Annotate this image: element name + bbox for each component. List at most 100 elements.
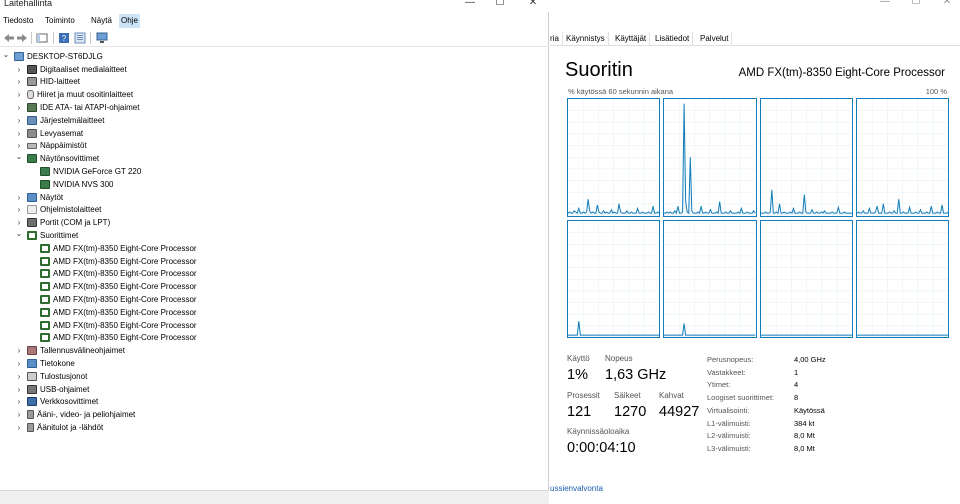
maximize-icon[interactable]: ☐ bbox=[901, 0, 931, 7]
collapsed-chevron-icon[interactable]: › bbox=[15, 372, 23, 381]
tree-item[interactable]: › Verkkosovittimet bbox=[15, 396, 98, 409]
tree-item-label: AMD FX(tm)-8350 Eight-Core Processor bbox=[53, 333, 197, 343]
usb-icon bbox=[27, 384, 37, 394]
collapsed-chevron-icon[interactable]: › bbox=[15, 116, 23, 125]
tree-item[interactable]: › Tulostusjonot bbox=[15, 370, 87, 383]
collapsed-chevron-icon[interactable]: › bbox=[15, 359, 23, 368]
minimize-icon[interactable]: — bbox=[455, 0, 485, 9]
tree-item[interactable]: AMD FX(tm)-8350 Eight-Core Processor bbox=[28, 332, 197, 345]
tree-item[interactable]: NVIDIA NVS 300 bbox=[28, 178, 113, 191]
usage-label: Käyttö bbox=[567, 354, 590, 363]
sound-icon bbox=[27, 410, 34, 420]
scan-hardware-icon[interactable] bbox=[96, 32, 108, 44]
tab-details[interactable]: Lisätiedot bbox=[652, 32, 694, 46]
close-icon[interactable]: ✕ bbox=[932, 0, 960, 7]
cpu-core-graphs bbox=[567, 98, 949, 338]
cpu-core-chart bbox=[664, 99, 756, 216]
tree-item[interactable]: AMD FX(tm)-8350 Eight-Core Processor bbox=[28, 293, 197, 306]
cpu-icon bbox=[40, 256, 50, 266]
tree-item[interactable]: › Ääni-, video- ja peliohjaimet bbox=[15, 408, 135, 421]
menu-file[interactable]: Tiedosto bbox=[1, 14, 35, 28]
tree-item[interactable]: › Portit (COM ja LPT) bbox=[15, 216, 110, 229]
tab-users[interactable]: Käyttäjät bbox=[612, 32, 651, 46]
ide-icon bbox=[27, 103, 37, 113]
tree-item[interactable]: › Hiiret ja muut osoitinlaitteet bbox=[15, 88, 133, 101]
tree-item[interactable]: › IDE ATA- tai ATAPI-ohjaimet bbox=[15, 101, 139, 114]
info-label: Ytimet: bbox=[707, 380, 731, 390]
tree-item[interactable]: AMD FX(tm)-8350 Eight-Core Processor bbox=[28, 280, 197, 293]
tree-item[interactable]: AMD FX(tm)-8350 Eight-Core Processor bbox=[28, 319, 197, 332]
tree-item-label: AMD FX(tm)-8350 Eight-Core Processor bbox=[53, 295, 197, 305]
gpu-icon bbox=[40, 167, 50, 177]
collapsed-chevron-icon[interactable]: › bbox=[15, 193, 23, 202]
tree-item-label: AMD FX(tm)-8350 Eight-Core Processor bbox=[53, 307, 197, 317]
cpu-icon bbox=[40, 243, 50, 253]
tree-item-label: Ääni-, video- ja peliohjaimet bbox=[37, 410, 136, 420]
cpu-core-chart bbox=[760, 221, 852, 337]
show-hide-console-tree-icon[interactable] bbox=[36, 32, 48, 44]
menu-view[interactable]: Näytä bbox=[89, 14, 114, 28]
tree-item[interactable]: AMD FX(tm)-8350 Eight-Core Processor bbox=[28, 242, 197, 255]
expanded-chevron-icon[interactable]: ⌄ bbox=[2, 50, 10, 59]
tree-item[interactable]: › Levyasemat bbox=[15, 127, 83, 140]
collapsed-chevron-icon[interactable]: › bbox=[15, 346, 23, 355]
expanded-chevron-icon[interactable]: ⌄ bbox=[15, 152, 23, 161]
menu-action[interactable]: Toiminto bbox=[43, 14, 77, 28]
tree-item[interactable]: AMD FX(tm)-8350 Eight-Core Processor bbox=[28, 255, 197, 268]
collapsed-chevron-icon[interactable]: › bbox=[15, 141, 23, 150]
mouse-icon bbox=[27, 90, 34, 100]
minimize-icon[interactable]: — bbox=[870, 0, 900, 7]
tab-performance[interactable]: ria bbox=[547, 32, 563, 46]
tree-item[interactable]: › Digitaaliset medialaitteet bbox=[15, 63, 127, 76]
tree-item[interactable]: NVIDIA GeForce GT 220 bbox=[28, 165, 141, 178]
tab-startup[interactable]: Käynnistys bbox=[563, 32, 609, 46]
tree-item[interactable]: › USB-ohjaimet bbox=[15, 383, 89, 396]
info-value: 8,0 Mt bbox=[794, 443, 815, 453]
tree-item[interactable]: › Tallennusvälineohjaimet bbox=[15, 344, 125, 357]
tree-item[interactable]: › Ohjelmistolaitteet bbox=[15, 204, 101, 217]
tree-item[interactable]: AMD FX(tm)-8350 Eight-Core Processor bbox=[28, 306, 197, 319]
tree-item[interactable]: › Äänitulot ja -lähdöt bbox=[15, 421, 103, 434]
info-label: Vastakkeet: bbox=[707, 367, 746, 377]
devmgr-toolbar: ? bbox=[0, 30, 549, 47]
collapsed-chevron-icon[interactable]: › bbox=[15, 205, 23, 214]
cpu-icon bbox=[40, 295, 50, 305]
cpu-icon bbox=[40, 320, 50, 330]
collapsed-chevron-icon[interactable]: › bbox=[15, 129, 23, 138]
properties-icon[interactable]: ? bbox=[58, 32, 70, 44]
cpu-core-graph bbox=[567, 98, 661, 217]
tree-item[interactable]: AMD FX(tm)-8350 Eight-Core Processor bbox=[28, 268, 197, 281]
resource-monitor-link[interactable]: ussienvalvonta bbox=[550, 484, 603, 493]
tree-item[interactable]: › Järjestelmälaitteet bbox=[15, 114, 104, 127]
collapsed-chevron-icon[interactable]: › bbox=[15, 218, 23, 227]
expanded-chevron-icon[interactable]: ⌄ bbox=[15, 229, 23, 238]
tree-item[interactable]: ⌄ Suorittimet bbox=[15, 229, 78, 242]
tree-item[interactable]: ⌄ Näytönsovittimet bbox=[15, 152, 99, 165]
cpu-core-chart bbox=[856, 99, 948, 216]
tab-services[interactable]: Palvelut bbox=[697, 32, 733, 46]
maximize-icon[interactable]: ☐ bbox=[485, 0, 515, 9]
help-icon[interactable] bbox=[74, 32, 86, 44]
collapsed-chevron-icon[interactable]: › bbox=[15, 90, 23, 99]
collapsed-chevron-icon[interactable]: › bbox=[15, 385, 23, 394]
collapsed-chevron-icon[interactable]: › bbox=[15, 65, 23, 74]
tree-item[interactable]: › Näppäimistöt bbox=[15, 140, 87, 153]
cpu-core-graph bbox=[663, 219, 757, 338]
forward-icon[interactable] bbox=[16, 32, 28, 44]
collapsed-chevron-icon[interactable]: › bbox=[15, 397, 23, 406]
tree-item[interactable]: › Näytöt bbox=[15, 191, 63, 204]
collapsed-chevron-icon[interactable]: › bbox=[15, 103, 23, 112]
tree-item[interactable]: › Tietokone bbox=[15, 357, 75, 370]
close-icon[interactable]: ✕ bbox=[518, 0, 548, 9]
menu-help[interactable]: Ohje bbox=[119, 14, 140, 28]
collapsed-chevron-icon[interactable]: › bbox=[15, 410, 23, 419]
collapsed-chevron-icon[interactable]: › bbox=[15, 423, 23, 432]
tree-item-label: AMD FX(tm)-8350 Eight-Core Processor bbox=[53, 269, 197, 279]
back-icon[interactable] bbox=[3, 32, 15, 44]
info-value: Käytössä bbox=[794, 405, 825, 415]
task-manager-window: — ☐ ✕ ria Käynnistys Käyttäjät Lisätiedo… bbox=[550, 0, 960, 504]
tree-item[interactable]: ⌄ DESKTOP-ST6DJLG bbox=[2, 50, 103, 63]
collapsed-chevron-icon[interactable]: › bbox=[15, 77, 23, 86]
tree-item[interactable]: › HID-laitteet bbox=[15, 76, 80, 89]
